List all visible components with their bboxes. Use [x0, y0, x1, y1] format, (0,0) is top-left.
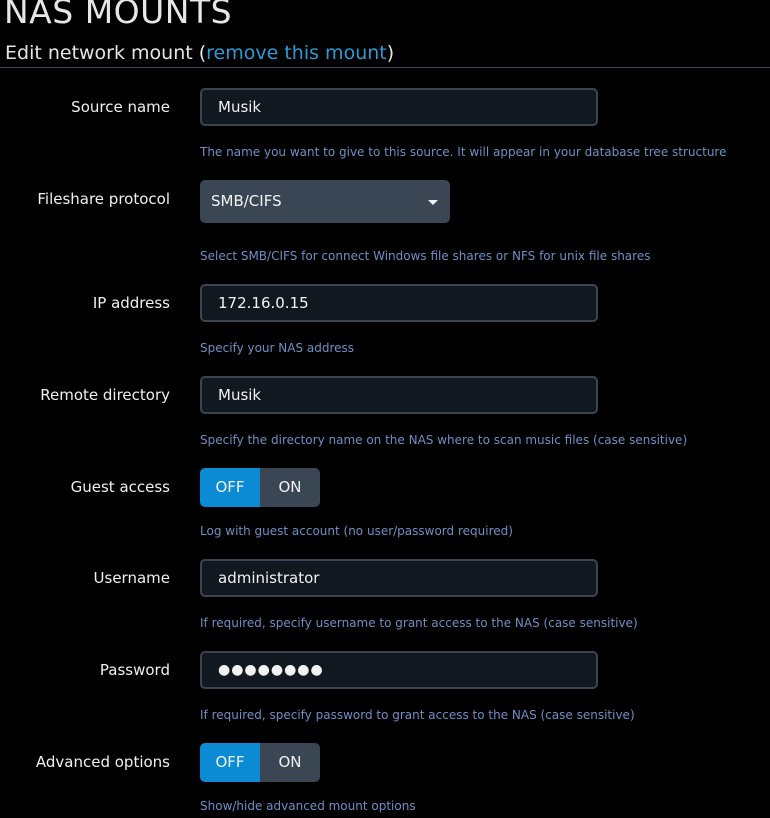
- advanced-options-help: Show/hide advanced mount options: [200, 799, 416, 813]
- username-help: If required, specify username to grant a…: [200, 616, 638, 630]
- nas-mounts-page: NAS MOUNTS Edit network mount (remove th…: [0, 0, 770, 818]
- edit-mount-title-close: ): [386, 42, 395, 64]
- guest-access-label: Guest access: [70, 478, 170, 496]
- remote-directory-label: Remote directory: [40, 386, 170, 404]
- fileshare-protocol-value: SMB/CIFS: [211, 192, 282, 210]
- guest-access-toggle: OFF ON: [200, 468, 320, 507]
- advanced-options-off-button[interactable]: OFF: [200, 743, 260, 782]
- ip-address-help: Specify your NAS address: [200, 341, 355, 355]
- fileshare-protocol-select[interactable]: SMB/CIFS: [200, 180, 450, 223]
- username-input[interactable]: administrator: [200, 559, 598, 597]
- ip-address-input[interactable]: 172.16.0.15: [200, 284, 598, 322]
- page-title: NAS MOUNTS: [4, 0, 233, 31]
- guest-access-on-button[interactable]: ON: [260, 468, 320, 507]
- guest-access-off-button[interactable]: OFF: [200, 468, 260, 507]
- guest-access-help: Log with guest account (no user/password…: [200, 524, 513, 538]
- username-label: Username: [93, 569, 170, 587]
- source-name-label: Source name: [71, 98, 170, 116]
- password-label: Password: [99, 661, 170, 679]
- caret-down-icon: [428, 200, 438, 205]
- password-help: If required, specify password to grant a…: [200, 708, 635, 722]
- remote-directory-help: Specify the directory name on the NAS wh…: [200, 433, 688, 447]
- ip-address-label: IP address: [92, 294, 170, 312]
- fileshare-protocol-label: Fileshare protocol: [37, 190, 170, 208]
- fileshare-protocol-help: Select SMB/CIFS for connect Windows file…: [200, 249, 651, 263]
- advanced-options-toggle: OFF ON: [200, 743, 320, 782]
- password-input[interactable]: ●●●●●●●●: [200, 651, 598, 689]
- edit-mount-title: Edit network mount (: [5, 42, 207, 64]
- edit-mount-header: Edit network mount (remove this mount): [5, 42, 394, 64]
- source-name-help: The name you want to give to this source…: [200, 145, 727, 159]
- advanced-options-on-button[interactable]: ON: [260, 743, 320, 782]
- remote-directory-input[interactable]: Musik: [200, 376, 598, 414]
- advanced-options-label: Advanced options: [35, 753, 170, 771]
- header-divider: [0, 67, 770, 68]
- remove-mount-link[interactable]: remove this mount: [206, 42, 387, 64]
- source-name-input[interactable]: Musik: [200, 88, 598, 126]
